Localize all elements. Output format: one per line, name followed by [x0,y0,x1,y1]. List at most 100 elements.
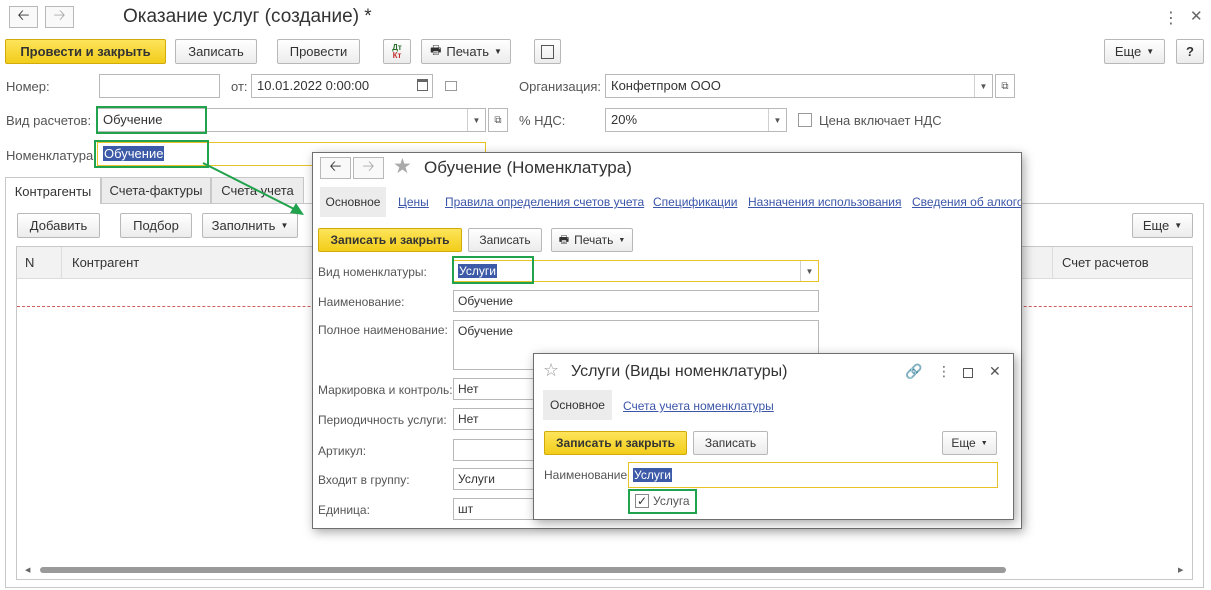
help-button[interactable]: ? [1176,39,1204,64]
comment-icon[interactable] [445,81,457,91]
tab-account-rules[interactable]: Правила определения счетов учета [445,195,644,209]
structure-icon [541,44,554,59]
more-label: Еще [951,436,976,450]
page-title: Оказание услуг (создание) * [123,6,372,27]
name-field[interactable]: Обучение [453,290,819,312]
table-more-button[interactable]: Еще ▼ [1132,213,1193,238]
chevron-down-icon: ▼ [1146,47,1155,56]
number-field[interactable] [99,74,220,98]
price-includes-vat-label: Цена включает НДС [819,113,942,128]
forward-button[interactable]: 🡢 [45,6,74,28]
chevron-down-icon: ▼ [980,439,988,447]
nomenclature-window-title: Обучение (Номенклатура) [424,158,632,177]
chevron-down-icon: ▼ [618,236,626,244]
dtkt-button[interactable]: Дт Кт [383,39,411,64]
date-label: от: [231,79,248,94]
scroll-right-icon[interactable]: ▶ [1178,566,1183,574]
tab-usage[interactable]: Назначения использования [748,195,901,209]
periodicity-label: Периодичность услуги: [318,413,447,427]
menu-dots-icon[interactable]: ⋮ [1163,8,1179,28]
kind-window-title: Услуги (Виды номенклатуры) [571,363,788,380]
chevron-down-icon[interactable]: ▼ [800,261,818,281]
save-button[interactable]: Записать [693,431,768,455]
close-icon[interactable]: ✕ [989,363,1001,380]
column-header-n[interactable]: N [25,255,34,270]
save-button[interactable]: Записать [468,228,542,252]
settlement-type-label: Вид расчетов: [6,113,92,128]
more-button[interactable]: Еще ▼ [1104,39,1165,64]
kind-window: ☆ Услуги (Виды номенклатуры) 🔗 ⋮ ✕ Основ… [533,353,1014,520]
arrow-left-icon: 🡠 [329,157,342,175]
settlement-type-highlight [96,106,207,134]
number-label: Номер: [6,79,50,94]
printer-icon: 🖶 [430,43,442,57]
print-button[interactable]: 🖶 Печать ▼ [551,228,633,252]
calendar-icon[interactable] [417,79,428,91]
scroll-left-icon[interactable]: ◀ [25,566,30,574]
table-more-label: Еще [1142,218,1170,233]
save-and-close-button[interactable]: Записать и закрыть [544,431,687,455]
print-label: Печать [574,233,614,247]
price-includes-vat-checkbox[interactable] [798,113,812,127]
tab-main[interactable]: Основное [320,187,386,217]
chevron-down-icon: ▼ [280,221,289,230]
article-label: Артикул: [318,444,367,458]
chevron-down-icon[interactable]: ▼ [467,109,485,131]
forward-button[interactable]: 🡢 [353,157,384,179]
post-and-close-button[interactable]: Провести и закрыть [5,39,166,64]
post-button[interactable]: Провести [277,39,360,64]
tab-invoices[interactable]: Счета-фактуры [101,177,211,203]
nomenclature-label: Номенклатура: [6,148,97,163]
close-icon[interactable]: ✕ [1190,7,1203,25]
date-field[interactable]: 10.01.2022 0:00:00 [251,74,433,98]
vat-field[interactable]: 20% ▼ [605,108,787,132]
add-button[interactable]: Добавить [17,213,100,238]
open-settlement-type-button[interactable]: ⧉ [488,108,508,132]
kind-label: Вид номенклатуры: [318,265,427,279]
star-outline-icon[interactable]: ☆ [543,360,559,381]
star-icon[interactable]: ★ [393,154,412,179]
back-button[interactable]: 🡠 [320,157,351,179]
service-highlight [628,489,697,514]
back-button[interactable]: 🡠 [9,6,38,28]
column-header-counterparty[interactable]: Контрагент [72,255,139,270]
save-button[interactable]: Записать [175,39,257,64]
more-label: Еще [1114,44,1142,59]
open-organization-button[interactable]: ⧉ [995,74,1015,98]
print-label: Печать [446,44,489,59]
marking-label: Маркировка и контроль: [318,383,453,397]
tab-accounts[interactable]: Счета учета номенклатуры [623,399,774,413]
full-name-label: Полное наименование: [318,323,448,337]
kind-name-field[interactable]: Услуги [628,462,998,488]
arrow-right-icon: 🡢 [53,6,66,24]
column-header-account[interactable]: Счет расчетов [1062,255,1149,270]
tab-prices[interactable]: Цены [398,195,429,209]
organization-value: Конфетпром ООО [611,78,721,93]
menu-dots-icon[interactable]: ⋮ [937,363,951,380]
date-value: 10.01.2022 0:00:00 [257,78,370,93]
fill-label: Заполнить [211,218,276,233]
organization-field[interactable]: Конфетпром ООО ▼ [605,74,993,98]
vat-label: % НДС: [519,113,566,128]
printer-icon: 🖶 [558,233,570,246]
organization-label: Организация: [519,79,602,94]
link-icon[interactable]: 🔗 [905,363,922,380]
chevron-down-icon: ▼ [494,47,502,56]
chevron-down-icon[interactable]: ▼ [768,109,786,131]
more-button[interactable]: Еще ▼ [942,431,997,455]
column-divider [1052,247,1053,279]
vat-value: 20% [611,112,638,127]
save-and-close-button[interactable]: Записать и закрыть [318,228,462,252]
tab-main[interactable]: Основное [543,390,612,420]
structure-button[interactable] [534,39,561,64]
horizontal-scrollbar[interactable] [40,567,1006,573]
kind-name-label: Наименование: [544,468,631,482]
tab-counterparties[interactable]: Контрагенты [5,177,101,204]
maximize-icon[interactable] [963,368,973,378]
kind-highlight [452,256,534,284]
tab-specifications[interactable]: Спецификации [653,195,737,209]
tab-alcohol[interactable]: Сведения об алкого [912,195,1021,209]
print-button[interactable]: 🖶 Печать ▼ [421,39,511,64]
chevron-down-icon[interactable]: ▼ [974,75,992,97]
pick-button[interactable]: Подбор [120,213,192,238]
